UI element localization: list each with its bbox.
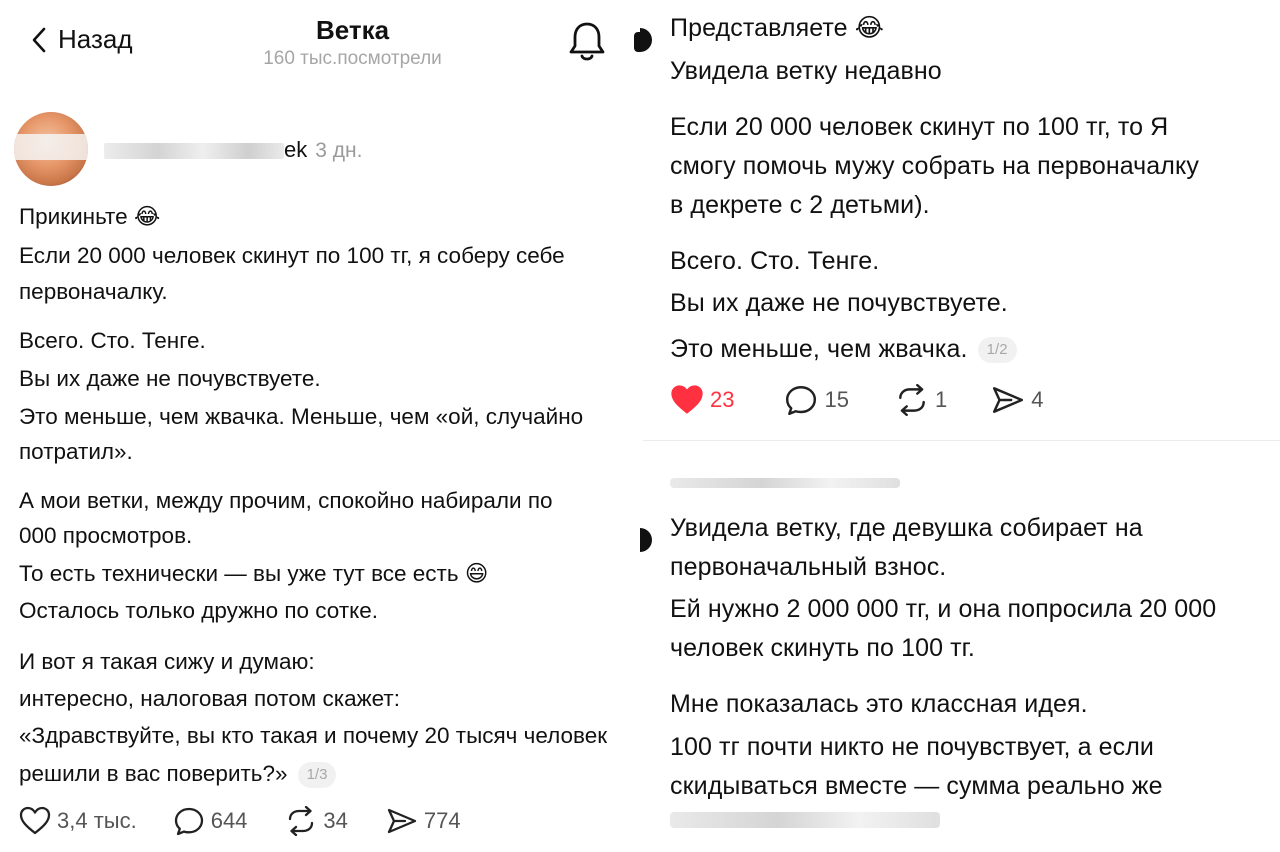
comment-count: 15	[824, 387, 849, 412]
post-line: Вы их даже не почувствуете.	[670, 289, 1008, 317]
share-count: 774	[423, 808, 461, 833]
redacted-username	[104, 143, 284, 160]
share-icon	[387, 808, 417, 834]
post-line: первоначальный взнос.	[670, 553, 947, 581]
post-author[interactable]: ek 3 дн.	[104, 137, 362, 163]
repost-button[interactable]: 1	[895, 384, 947, 416]
repost-count: 1	[934, 387, 948, 412]
post-line: Ей нужно 2 000 000 тг, и она попросила 2…	[670, 595, 1217, 623]
post-line: потратил».	[19, 439, 133, 464]
avatar-edge	[640, 28, 652, 52]
post-divider	[643, 440, 1280, 441]
heart-icon	[19, 806, 51, 835]
repost-icon	[289, 806, 314, 836]
post-line: скидываться вместе — сумма реально же	[670, 772, 1163, 800]
comment-icon	[174, 807, 203, 836]
page-badge: 1/3	[297, 762, 337, 789]
post-line: Прикиньте 😂	[19, 204, 161, 229]
post-line: «Здравствуйте, вы кто такая и почему 20 …	[19, 723, 608, 748]
notifications-button[interactable]	[568, 20, 606, 69]
post-line-last: Это меньше, чем жвачка. 1/2	[670, 334, 1017, 364]
post-line: И вот я такая сижу и думаю:	[19, 649, 315, 674]
post-line: Мне показалась это классная идея.	[670, 690, 1088, 718]
comment-button[interactable]: 644	[173, 806, 248, 836]
share-button[interactable]: 774	[386, 806, 461, 836]
post-line: интересно, налоговая потом скажет:	[19, 686, 400, 711]
post-line: в декрете с 2 детьми).	[670, 191, 930, 219]
post-line: 000 просмотров.	[19, 523, 193, 548]
post-line: Если 20 000 человек скинут по 100 тг, я …	[19, 243, 565, 268]
post-line: Представляете 😂	[670, 14, 885, 42]
username-visible-part: ek	[284, 137, 308, 162]
page-badge: 1/2	[977, 337, 1017, 364]
post-actions: 3,4 тыс. 644 34 774	[19, 806, 461, 836]
post-line: Осталось только дружно по сотке.	[19, 598, 378, 623]
repost-button[interactable]: 34	[285, 806, 348, 836]
post-line: человек скинуть по 100 тг.	[670, 634, 975, 662]
redacted-text	[670, 812, 940, 828]
post-line: Увидела ветку, где девушка собирает на	[670, 514, 1143, 542]
post-line: То есть технически — вы уже тут все есть…	[19, 561, 489, 586]
avatar-edge	[640, 528, 652, 552]
repost-count: 34	[323, 808, 348, 833]
share-icon	[993, 387, 1024, 413]
post-line: Это меньше, чем жвачка. Меньше, чем «ой,…	[19, 404, 584, 429]
comment-count: 644	[210, 808, 248, 833]
post-line: Это меньше, чем жвачка.	[670, 335, 968, 363]
page-title: Ветка	[315, 15, 390, 45]
post-time: 3 дн.	[315, 139, 363, 162]
left-thread-screenshot: Назад Ветка 160 тыс.посмотрели ek 3 дн. П…	[0, 0, 640, 852]
post-line: 100 тг почти никто не почувствует, а есл…	[670, 733, 1154, 761]
avatar[interactable]	[14, 112, 88, 186]
heart-filled-icon	[671, 385, 703, 414]
right-thread-screenshot: Представляете 😂 Увидела ветку недавно Ес…	[640, 0, 1280, 852]
post-line: Всего. Сто. Тенге.	[19, 328, 206, 353]
like-button[interactable]: 3,4 тыс.	[19, 806, 137, 836]
post-line: Вы их даже не почувствуете.	[19, 366, 321, 391]
share-button[interactable]: 4	[991, 384, 1043, 416]
post-line: первоначалку.	[19, 279, 168, 304]
like-count: 23	[710, 387, 735, 412]
post-line: Если 20 000 человек скинут по 100 тг, то…	[670, 113, 1169, 141]
post-line: смогу помочь мужу собрать на первоначалк…	[670, 152, 1199, 180]
post-line-last: решили в вас поверить?» 1/3	[19, 760, 337, 789]
comment-icon	[786, 386, 817, 416]
bell-icon	[569, 22, 605, 61]
repost-icon	[899, 384, 925, 416]
post-line: Всего. Сто. Тенге.	[670, 247, 880, 275]
like-count: 3,4 тыс.	[57, 808, 137, 833]
share-count: 4	[1031, 387, 1044, 412]
comment-button[interactable]: 15	[784, 384, 849, 416]
redacted-username	[670, 478, 900, 488]
post-actions: 23 15 1 4	[670, 384, 1043, 416]
views-count: 160 тыс.посмотрели	[263, 48, 442, 69]
post-line: Увидела ветку недавно	[670, 57, 942, 85]
post-line: решили в вас поверить?»	[19, 761, 288, 786]
post-line: А мои ветки, между прочим, спокойно наби…	[19, 488, 553, 513]
like-button[interactable]: 23	[670, 384, 734, 416]
